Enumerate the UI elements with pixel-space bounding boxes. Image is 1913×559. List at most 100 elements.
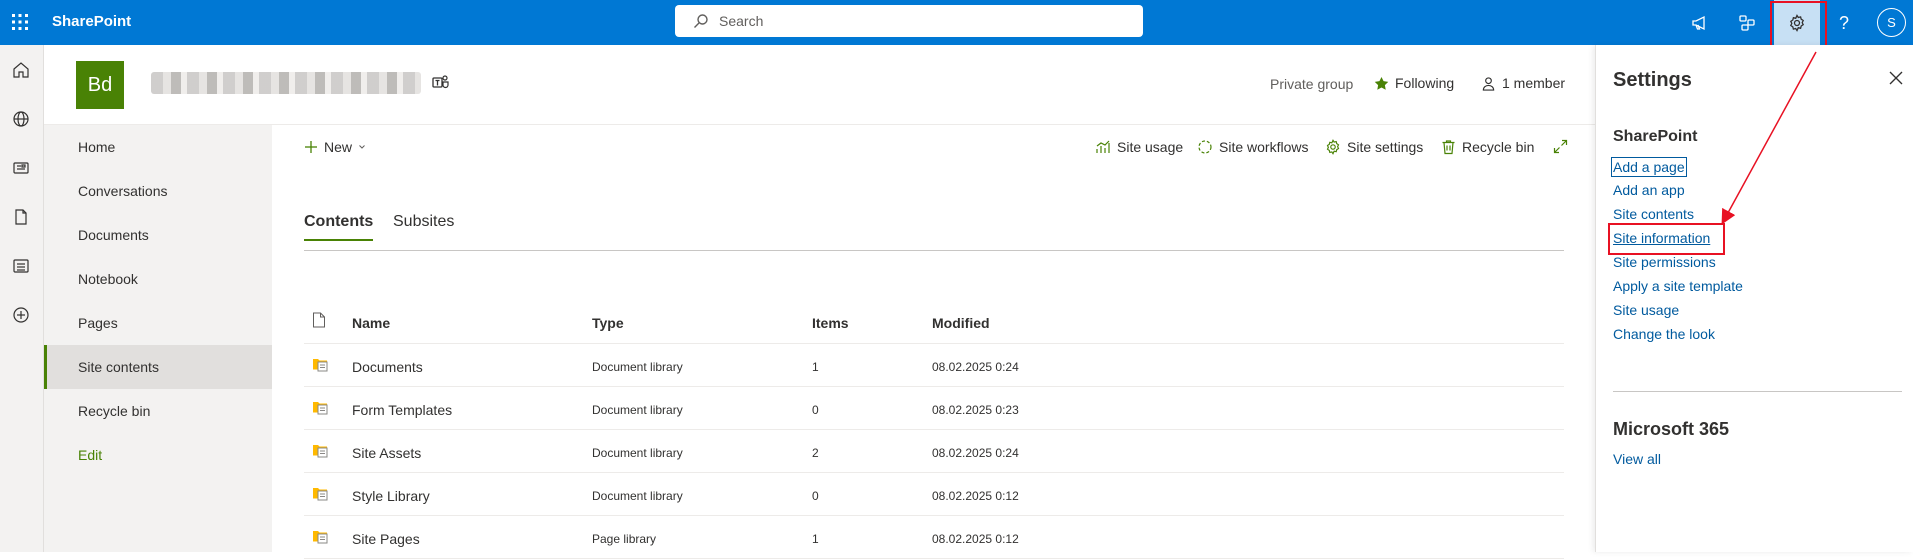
site-logo[interactable]: Bd	[76, 61, 124, 109]
row-modified: 08.02.2025 0:24	[932, 360, 1019, 374]
expand-icon[interactable]	[1553, 139, 1568, 154]
table-row[interactable]: Documents Document library 1 08.02.2025 …	[304, 344, 1564, 387]
site-usage-link[interactable]: Site usage	[1613, 302, 1679, 318]
row-name[interactable]: Site Assets	[352, 445, 421, 461]
row-name[interactable]: Documents	[352, 359, 423, 375]
nav-item-site-contents[interactable]: Site contents	[44, 345, 272, 389]
row-type: Document library	[592, 360, 683, 374]
library-icon	[312, 356, 330, 372]
add-an-app-link[interactable]: Add an app	[1613, 182, 1685, 198]
announcement-icon[interactable]	[1687, 10, 1713, 36]
row-name[interactable]: Site Pages	[352, 531, 420, 547]
nav-item-documents[interactable]: Documents	[44, 213, 272, 257]
settings-panel: Settings SharePoint Add a page Add an ap…	[1595, 45, 1913, 552]
brand-name[interactable]: SharePoint	[52, 13, 131, 30]
document-icon[interactable]	[10, 206, 32, 228]
lists-icon[interactable]	[10, 255, 32, 277]
home-icon[interactable]	[10, 59, 32, 81]
tab-subsites[interactable]: Subsites	[393, 213, 454, 239]
settings-panel-title: Settings	[1613, 69, 1692, 91]
trash-icon	[1441, 139, 1456, 155]
recycle-bin-button[interactable]: Recycle bin	[1441, 139, 1534, 155]
sharepoint-section-heading: SharePoint	[1613, 128, 1698, 145]
site-workflows-button[interactable]: Site workflows	[1197, 139, 1308, 155]
library-icon	[312, 528, 330, 544]
row-modified: 08.02.2025 0:23	[932, 403, 1019, 417]
nav-edit-link[interactable]: Edit	[44, 433, 272, 477]
search-icon	[693, 13, 709, 29]
m365-section-heading: Microsoft 365	[1613, 419, 1730, 439]
apply-site-template-link[interactable]: Apply a site template	[1613, 278, 1743, 294]
row-modified: 08.02.2025 0:24	[932, 446, 1019, 460]
nav-item-conversations[interactable]: Conversations	[44, 169, 272, 213]
news-icon[interactable]	[10, 157, 32, 179]
row-modified: 08.02.2025 0:12	[932, 489, 1019, 503]
left-app-rail	[0, 45, 44, 552]
change-the-look-link[interactable]: Change the look	[1613, 326, 1715, 342]
nav-item-pages[interactable]: Pages	[44, 301, 272, 345]
user-avatar[interactable]: S	[1877, 8, 1906, 37]
site-workflows-label: Site workflows	[1219, 139, 1309, 155]
chart-icon	[1095, 139, 1111, 155]
content-tabs: Contents Subsites	[304, 205, 1564, 251]
column-header-items[interactable]: Items	[812, 315, 849, 331]
recycle-bin-label: Recycle bin	[1462, 139, 1535, 155]
row-type: Page library	[592, 532, 657, 546]
globe-icon[interactable]	[10, 108, 32, 130]
quick-launch-nav: Home Conversations Documents Notebook Pa…	[44, 125, 272, 552]
app-switch-icon[interactable]	[1734, 10, 1760, 36]
help-icon[interactable]: ?	[1831, 10, 1857, 36]
follow-label: Following	[1395, 75, 1455, 91]
add-a-page-link[interactable]: Add a page	[1611, 157, 1687, 177]
row-modified: 08.02.2025 0:12	[932, 532, 1019, 546]
new-label: New	[324, 139, 353, 155]
plus-icon	[304, 140, 318, 154]
site-settings-label: Site settings	[1347, 139, 1424, 155]
nav-item-recycle-bin[interactable]: Recycle bin	[44, 389, 272, 433]
close-icon[interactable]	[1885, 67, 1907, 89]
row-name[interactable]: Form Templates	[352, 402, 452, 418]
privacy-label: Private group	[1270, 76, 1353, 92]
table-row[interactable]: Style Library Document library 0 08.02.2…	[304, 473, 1564, 516]
row-name[interactable]: Style Library	[352, 488, 430, 504]
column-header-name[interactable]: Name	[352, 315, 390, 331]
row-items: 0	[812, 489, 819, 503]
search-box[interactable]: Search	[675, 5, 1143, 37]
column-header-modified[interactable]: Modified	[932, 315, 990, 331]
workflow-icon	[1197, 139, 1213, 155]
table-row[interactable]: Site Assets Document library 2 08.02.202…	[304, 430, 1564, 473]
site-title-redacted	[151, 72, 421, 94]
create-icon[interactable]	[10, 304, 32, 326]
panel-divider	[1613, 391, 1902, 392]
row-items: 1	[812, 532, 819, 546]
row-type: Document library	[592, 403, 683, 417]
library-icon	[312, 485, 330, 501]
site-usage-button[interactable]: Site usage	[1095, 139, 1183, 155]
person-icon	[1481, 76, 1496, 91]
new-button[interactable]: New	[304, 139, 366, 155]
site-settings-button[interactable]: Site settings	[1325, 139, 1423, 155]
nav-item-home[interactable]: Home	[44, 125, 272, 169]
site-contents-link[interactable]: Site contents	[1613, 206, 1694, 222]
column-header-type[interactable]: Type	[592, 315, 624, 331]
site-permissions-link[interactable]: Site permissions	[1613, 254, 1716, 270]
follow-button[interactable]: Following	[1374, 75, 1454, 91]
command-bar: New Site usage Site workflows Site setti…	[272, 130, 1595, 166]
view-all-link[interactable]: View all	[1613, 451, 1661, 467]
teams-icon[interactable]	[432, 74, 450, 90]
site-contents-table: Name Type Items Modified Documents Docum…	[304, 300, 1564, 559]
nav-item-notebook[interactable]: Notebook	[44, 257, 272, 301]
table-row[interactable]: Form Templates Document library 0 08.02.…	[304, 387, 1564, 430]
annotation-box-site-information	[1608, 223, 1725, 255]
library-icon	[312, 399, 330, 415]
app-launcher-icon[interactable]	[10, 12, 30, 32]
table-row[interactable]: Site Pages Page library 1 08.02.2025 0:1…	[304, 516, 1564, 559]
privacy-text: Private group	[1270, 76, 1354, 92]
table-header: Name Type Items Modified	[304, 300, 1564, 344]
library-icon	[312, 442, 330, 458]
file-type-header-icon[interactable]	[312, 312, 326, 328]
site-header: Bd Private group Following 1 member	[44, 45, 1595, 125]
search-placeholder: Search	[719, 13, 764, 29]
members-button[interactable]: 1 member	[1481, 75, 1565, 91]
tab-contents[interactable]: Contents	[304, 213, 374, 241]
